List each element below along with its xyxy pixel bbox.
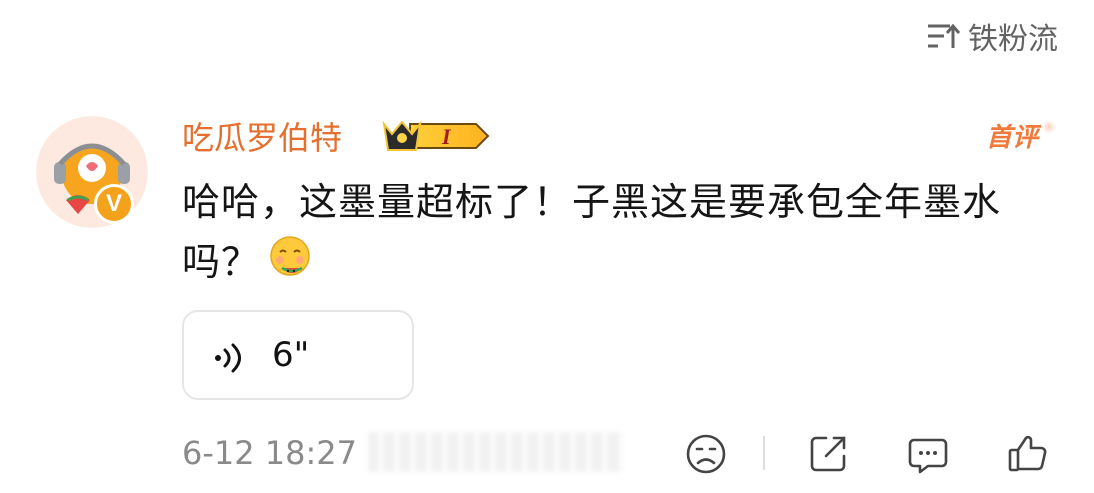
first-comment-badge: 首评 (986, 118, 1057, 158)
sort-lines-icon (926, 21, 960, 51)
voice-message[interactable]: 6" (182, 310, 414, 400)
dislike-face-icon[interactable] (682, 430, 730, 478)
member-crown-badge[interactable]: I (380, 116, 492, 160)
action-divider (763, 436, 765, 470)
blurred-location (368, 432, 624, 472)
member-level-text: I (441, 124, 452, 149)
like-icon[interactable] (1004, 430, 1052, 478)
sort-toggle-button[interactable]: 铁粉流 (926, 14, 1058, 58)
username[interactable]: 吃瓜罗伯特 (182, 112, 342, 164)
comment-text: 哈哈，这墨量超标了！子黑这是要承包全年墨水吗？ (182, 172, 1062, 295)
verified-badge: V (94, 184, 134, 224)
voice-duration: 6" (272, 335, 310, 375)
voice-wave-icon (212, 342, 248, 378)
sort-label: 铁粉流 (968, 22, 1058, 57)
eating-watermelon-emoji (268, 234, 312, 295)
comment-timestamp: 6-12 18:27 (182, 434, 358, 472)
share-icon[interactable] (804, 430, 852, 478)
reply-icon[interactable] (904, 430, 952, 478)
